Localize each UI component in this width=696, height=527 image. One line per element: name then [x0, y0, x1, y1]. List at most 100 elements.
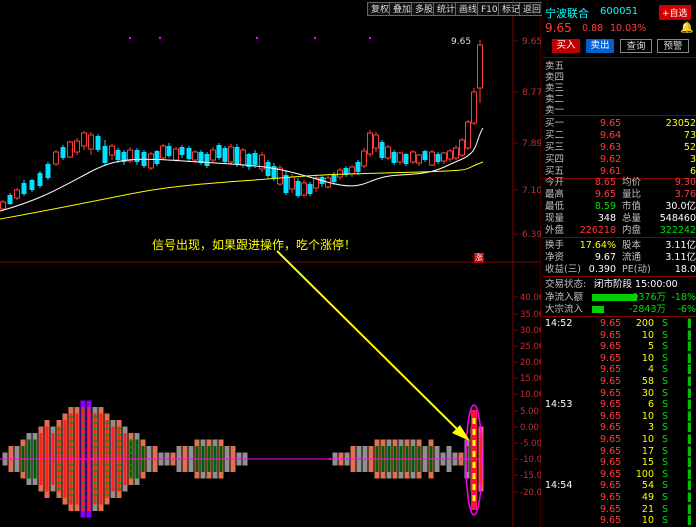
indicator-axis-label: 0.00	[520, 423, 539, 433]
signal-text: 信号出现，如果跟进操作，吃个涨停！	[152, 238, 357, 252]
text-value: 大宗流入	[545, 304, 584, 315]
candle-body	[355, 162, 361, 172]
candle-body	[88, 134, 94, 150]
divider	[542, 57, 696, 58]
ma-line-short	[0, 127, 484, 212]
text-value: 9.65	[600, 468, 622, 480]
text-value: 9.65	[600, 422, 622, 434]
self-select-button[interactable]: +自选	[659, 5, 691, 20]
candle-body	[301, 182, 307, 196]
signal-dot	[313, 36, 317, 40]
tick-indicator-icon: ▌	[687, 435, 694, 444]
text-value: 54	[641, 480, 654, 492]
buy-button[interactable]: 买入	[552, 39, 580, 53]
sell-button[interactable]: 卖出	[586, 39, 614, 53]
indicator-axis-label: 25.00	[520, 342, 541, 352]
price-axis-label: 7.89	[522, 139, 541, 149]
text-value: 9.65	[600, 341, 622, 353]
text-value: 9.65	[600, 480, 622, 492]
tick-indicator-icon: ▌	[687, 353, 694, 363]
candle-body	[37, 173, 43, 186]
tick-row: 9.65 100 S ▌	[542, 469, 696, 481]
indicator-axis-label: 10.00	[520, 390, 541, 400]
candle-body	[416, 154, 422, 164]
candle-body	[160, 145, 166, 159]
candle-body	[81, 132, 87, 147]
text-value: 3	[647, 422, 654, 434]
tick-indicator-icon: ▌	[687, 458, 694, 468]
candle-body	[67, 141, 73, 158]
query-button[interactable]: 查询	[620, 39, 652, 53]
text-value: S	[661, 318, 668, 329]
stock-price-row: 9.65 0.88 10.03% 🔔	[542, 21, 696, 37]
text-value: 9.65	[600, 318, 622, 329]
candle-body	[222, 148, 228, 162]
tick-indicator-icon: ▌	[687, 400, 694, 410]
divider	[542, 276, 696, 277]
signal-dot	[128, 36, 132, 40]
tick-row: 9.65 10 S ▌	[542, 434, 696, 446]
text-value: 21	[641, 503, 654, 515]
bell-icon[interactable]: 🔔	[680, 21, 694, 34]
candle-body	[148, 153, 154, 169]
price-change: 0.88	[582, 23, 604, 34]
text-value: S	[661, 492, 668, 503]
text-value: 内盘	[622, 225, 642, 236]
tick-indicator-icon: ▌	[687, 377, 694, 386]
text-value: S	[661, 387, 668, 399]
tick-row: 9.65 10 S ▌	[542, 411, 696, 423]
text-value: 14:53	[545, 399, 573, 411]
candle-body	[403, 154, 409, 164]
candle-body	[7, 195, 13, 204]
candle-body	[234, 147, 240, 164]
text-value: 14:52	[545, 318, 573, 329]
text-value: 闭市阶段 15:00:00	[594, 279, 678, 290]
divider	[542, 115, 696, 116]
text-value: 9.65	[600, 445, 622, 457]
tick-row: 9.65 10 S ▌	[542, 330, 696, 342]
stock-header: 宁波联合 600051 +自选	[542, 2, 696, 22]
chart-area[interactable]: 9.65 8.77 7.89 7.10 6.39 40.00 35.00 30.00 25.00…	[0, 0, 546, 527]
quote-panel: 宁波联合 600051 +自选 9.65 0.88 10.03% 🔔 买入 卖出…	[542, 0, 696, 527]
text-value: 9.65	[600, 503, 622, 515]
indicator-axis-label: 40.00	[520, 293, 541, 303]
indicator-axis-label: -15.00	[520, 471, 541, 481]
candle-body	[397, 152, 403, 163]
text-value: S	[661, 341, 668, 353]
price-change-pct: 10.03%	[610, 23, 647, 34]
tick-indicator-icon: ▌	[687, 469, 694, 479]
signal-dot	[368, 36, 372, 40]
text-value: 49	[641, 492, 654, 503]
candle-body	[410, 151, 416, 163]
text-value: S	[661, 329, 668, 341]
text-value: 10	[641, 434, 654, 445]
text-value: S	[661, 503, 668, 515]
text-value: 10	[641, 329, 654, 341]
chart-canvas[interactable]: 9.65 8.77 7.89 7.10 6.39 40.00 35.00 30.00 25.00…	[0, 0, 541, 527]
text-value: S	[661, 468, 668, 480]
text-value: 9.65	[600, 410, 622, 422]
text-value: 4	[647, 364, 654, 376]
ma-line-long	[0, 161, 484, 220]
text-value: S	[661, 480, 668, 492]
signal-dot	[158, 36, 162, 40]
text-value: 322242	[659, 225, 696, 236]
stock-code: 600051	[600, 6, 639, 17]
text-value: S	[661, 445, 668, 457]
candle-body	[166, 146, 172, 156]
tick-row: 9.65 10 S ▌	[542, 353, 696, 365]
text-value: 收益(三)	[545, 264, 581, 275]
indicator-axis-label: 15.00	[520, 374, 541, 384]
candle-body	[134, 150, 140, 162]
candle-body	[252, 153, 258, 165]
alert-button[interactable]: 预警	[657, 39, 689, 53]
indicator-axis-label: 35.00	[520, 310, 541, 320]
candle-body	[45, 164, 51, 178]
text-value: S	[661, 376, 668, 387]
divider	[542, 316, 696, 317]
candle-body	[53, 151, 59, 165]
candle-body	[289, 176, 295, 190]
candle-body	[453, 147, 459, 159]
candle-body	[204, 154, 210, 166]
tick-row: 9.65 4 S ▌	[542, 364, 696, 376]
